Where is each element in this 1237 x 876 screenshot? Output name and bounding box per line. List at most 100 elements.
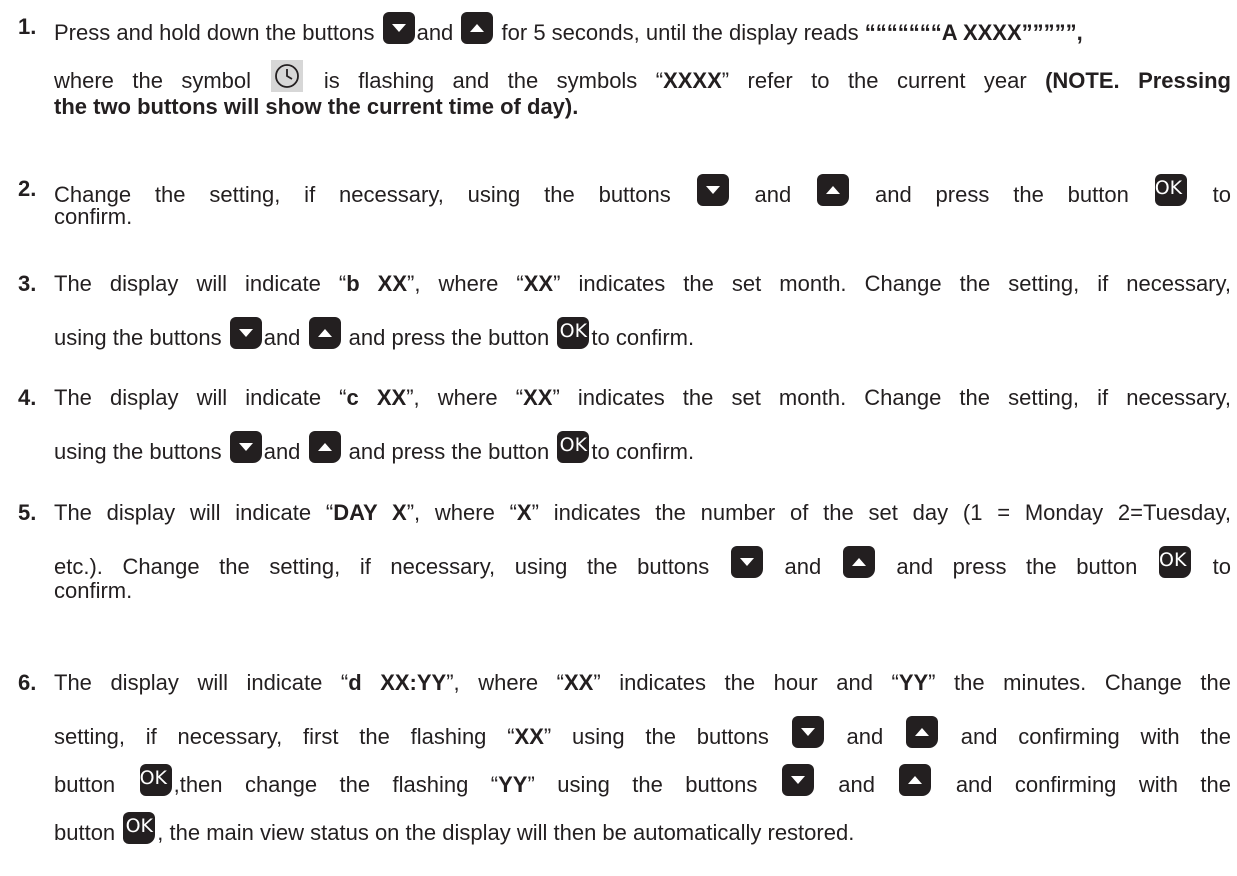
ok-label: OK: [125, 815, 153, 837]
step-text: confirm.: [54, 204, 133, 229]
step-text: and: [754, 182, 792, 207]
step-number: 2.: [18, 176, 37, 201]
step-number: 6.: [18, 670, 37, 695]
step-text: ” using the buttons: [527, 772, 758, 797]
display-reading: c XX: [346, 385, 407, 410]
step-text: to: [1212, 554, 1231, 579]
step-text: ” refer to the current year: [721, 68, 1027, 93]
step-text: etc.). Change the setting, if necessary,…: [54, 554, 710, 579]
step-text: XX: [523, 385, 553, 410]
down-arrow-button-icon: [781, 764, 814, 796]
down-arrow-button-icon: [696, 174, 729, 206]
step-line: Change the setting, if necessary, using …: [54, 174, 1231, 210]
step-line: button OK, the main view status on the d…: [54, 812, 854, 848]
step-note: (NOTE. Pressing: [1045, 68, 1231, 93]
step-text: Change the setting, if necessary, using …: [54, 182, 671, 207]
step-text: and press the button: [874, 182, 1129, 207]
step-text: ” indicates the set month. Change the se…: [553, 271, 1231, 296]
step-text: ”, where “: [446, 670, 564, 695]
step-line: confirm.: [54, 202, 132, 232]
ok-button-icon: OK: [557, 431, 590, 463]
step-text: ” indicates the set month. Change the se…: [552, 385, 1231, 410]
step-number: 3.: [18, 271, 37, 296]
step-number: 5.: [18, 500, 37, 525]
step-text: XX: [563, 670, 594, 695]
step-text: and: [784, 554, 822, 579]
up-arrow-button-icon: [899, 764, 932, 796]
step-text: for 5 seconds, until the display reads: [501, 20, 859, 45]
step-text: ” indicates the number of the set day (1…: [531, 500, 1231, 525]
step-text: and: [263, 439, 301, 464]
ok-button-icon: OK: [557, 317, 590, 349]
up-arrow-button-icon: [817, 174, 850, 206]
step-text: to: [1212, 182, 1231, 207]
step-text: confirm.: [54, 578, 133, 603]
ok-label: OK: [139, 767, 168, 789]
step-text: and confirming with the: [955, 772, 1231, 797]
step-text: and: [846, 724, 884, 749]
up-arrow-button-icon: [905, 716, 938, 748]
down-arrow-button-icon: [730, 546, 763, 578]
step-text: Press and hold down the buttons: [54, 20, 375, 45]
step-text: button: [54, 772, 116, 797]
step-text: is flashing and the symbols “: [323, 68, 664, 93]
display-reading: “““““““A XXXX”””””,: [864, 20, 1083, 45]
step-line: Press and hold down the buttons and for …: [54, 12, 1083, 48]
down-arrow-button-icon: [791, 716, 824, 748]
step-text: and: [416, 20, 454, 45]
step-line: using the buttons and and press the butt…: [54, 317, 694, 353]
step-text: and: [838, 772, 875, 797]
display-reading: d XX:YY: [348, 670, 447, 695]
display-reading: b XX: [346, 271, 408, 296]
step-number: 1.: [18, 14, 37, 39]
ok-label: OK: [559, 320, 588, 342]
step-text: The display will indicate “: [54, 385, 347, 410]
step-line: setting, if necessary, first the flashin…: [54, 716, 1231, 752]
display-reading: DAY X: [333, 500, 407, 525]
step-number: 4.: [18, 385, 37, 410]
step-text: and press the button: [896, 554, 1138, 579]
step-line: The display will indicate “DAY X”, where…: [54, 498, 1231, 528]
step-text: where the symbol: [54, 68, 252, 93]
up-arrow-button-icon: [308, 317, 341, 349]
ok-label: OK: [1154, 177, 1183, 199]
step-text: YY: [498, 772, 528, 797]
ok-button-icon: OK: [1159, 546, 1191, 578]
step-text: The display will indicate “: [54, 500, 334, 525]
step-note: the two buttons will show the current ti…: [54, 94, 579, 119]
step-text: ” using the buttons: [543, 724, 769, 749]
step-line: using the buttons and and press the butt…: [54, 431, 694, 467]
step-text: to confirm.: [591, 325, 695, 350]
step-text: The display will indicate “: [54, 271, 347, 296]
step-text: ”, where “: [406, 500, 517, 525]
step-text: ”, where “: [406, 385, 524, 410]
step-text: , the main view status on the display wi…: [157, 820, 855, 845]
down-arrow-button-icon: [229, 317, 262, 349]
step-line: The display will indicate “d XX:YY”, whe…: [54, 668, 1231, 698]
ok-button-icon: OK: [123, 812, 156, 844]
step-text: ,then change the flashing “: [173, 772, 499, 797]
instruction-list: 1. Press and hold down the buttons and f…: [0, 0, 1237, 876]
step-text: to confirm.: [591, 439, 695, 464]
step-line: The display will indicate “b XX”, where …: [54, 269, 1231, 299]
down-arrow-button-icon: [382, 12, 415, 44]
step-text: XX: [514, 724, 544, 749]
step-text: setting, if necessary, first the flashin…: [54, 724, 515, 749]
step-line: The display will indicate “c XX”, where …: [54, 383, 1231, 413]
ok-button-icon: OK: [1154, 174, 1187, 206]
step-text: using the buttons: [54, 325, 222, 350]
ok-label: OK: [1159, 549, 1187, 571]
ok-label: OK: [559, 434, 588, 456]
step-text: XXXX: [663, 68, 722, 93]
step-text: and: [263, 325, 301, 350]
step-text: and press the button: [348, 325, 550, 350]
step-line: confirm.: [54, 576, 132, 606]
up-arrow-button-icon: [461, 12, 494, 44]
step-text: X: [516, 500, 532, 525]
step-text: ”, where “: [407, 271, 524, 296]
step-text: ” indicates the hour and “: [593, 670, 899, 695]
step-text: and press the button: [348, 439, 550, 464]
step-text: ” the minutes. Change the: [928, 670, 1231, 695]
step-text: XX: [523, 271, 554, 296]
step-line: etc.). Change the setting, if necessary,…: [54, 546, 1231, 582]
